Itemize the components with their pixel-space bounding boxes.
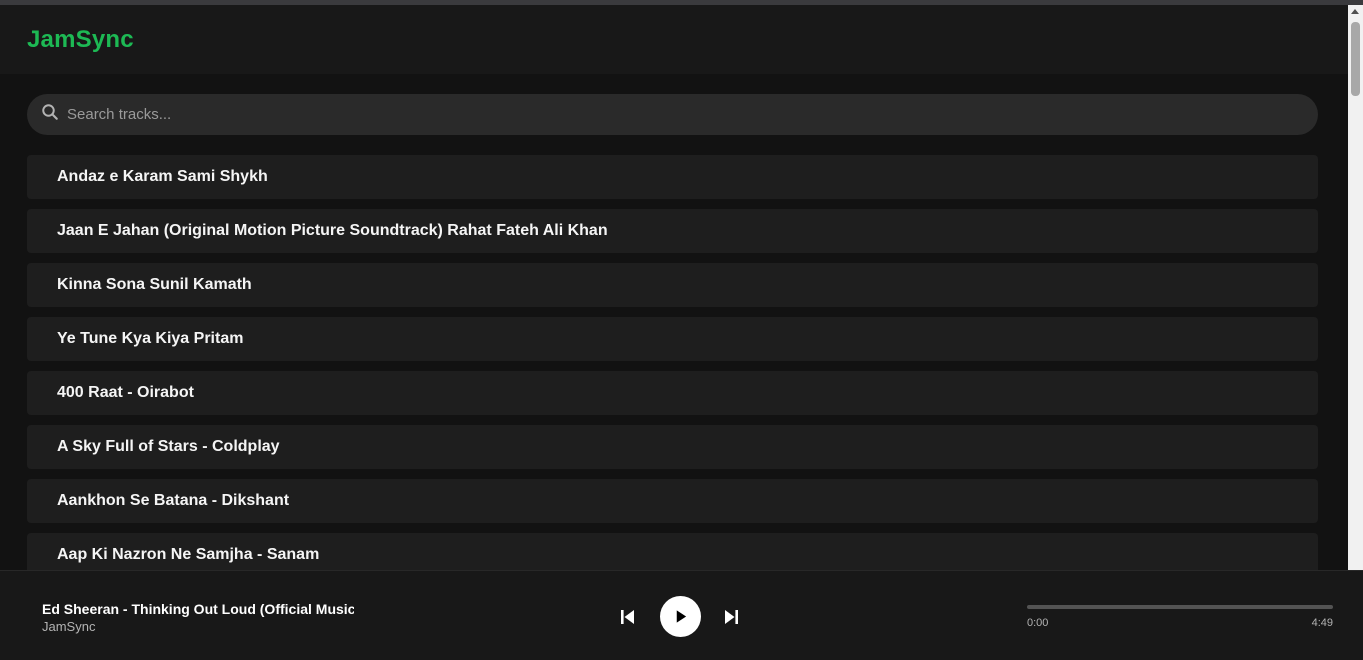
search-bar[interactable] (27, 94, 1318, 135)
now-playing-title: Ed Sheeran - Thinking Out Loud (Official… (42, 601, 354, 617)
progress-bar[interactable] (1027, 605, 1333, 609)
playback-controls (616, 596, 746, 637)
skip-forward-icon (725, 610, 738, 624)
now-playing: Ed Sheeran - Thinking Out Loud (Official… (42, 601, 354, 634)
search-input[interactable] (67, 106, 1267, 123)
track-item[interactable]: 400 Raat - Oirabot (27, 371, 1318, 415)
main-content: Andaz e Karam Sami Shykh Jaan E Jahan (O… (0, 74, 1348, 570)
total-duration: 4:49 (1311, 617, 1333, 629)
elapsed-time: 0:00 (1027, 617, 1049, 629)
track-item[interactable]: Andaz e Karam Sami Shykh (27, 155, 1318, 199)
scroll-up-arrow-icon[interactable] (1351, 9, 1359, 14)
track-item[interactable]: Ye Tune Kya Kiya Pritam (27, 317, 1318, 361)
app-header: JamSync (0, 5, 1348, 74)
track-label: Andaz e Karam Sami Shykh (57, 168, 268, 185)
scrollbar-thumb[interactable] (1351, 22, 1360, 96)
now-playing-artist: JamSync (42, 619, 96, 634)
track-item[interactable]: Kinna Sona Sunil Kamath (27, 263, 1318, 307)
track-label: Ye Tune Kya Kiya Pritam (57, 330, 244, 347)
track-list: Andaz e Karam Sami Shykh Jaan E Jahan (O… (27, 155, 1318, 570)
player-bar: Ed Sheeran - Thinking Out Loud (Official… (0, 570, 1363, 660)
track-item[interactable]: A Sky Full of Stars - Coldplay (27, 425, 1318, 469)
next-button[interactable] (722, 608, 740, 626)
skip-back-icon (621, 610, 634, 624)
track-item[interactable]: Aap Ki Nazron Ne Samjha - Sanam (27, 533, 1318, 570)
app-logo[interactable]: JamSync (27, 26, 134, 54)
track-label: Kinna Sona Sunil Kamath (57, 276, 252, 293)
track-item[interactable]: Jaan E Jahan (Original Motion Picture So… (27, 209, 1318, 253)
track-item[interactable]: Aankhon Se Batana - Dikshant (27, 479, 1318, 523)
track-label: Aap Ki Nazron Ne Samjha - Sanam (57, 546, 320, 563)
search-icon (41, 103, 59, 126)
track-label: 400 Raat - Oirabot (57, 384, 194, 401)
track-label: Aankhon Se Batana - Dikshant (57, 492, 290, 509)
page-scrollbar[interactable] (1348, 5, 1363, 570)
track-label: Jaan E Jahan (Original Motion Picture So… (57, 222, 608, 239)
play-icon (676, 610, 687, 623)
progress-section: 0:00 4:49 (1027, 605, 1333, 629)
previous-button[interactable] (619, 608, 637, 626)
track-label: A Sky Full of Stars - Coldplay (57, 438, 280, 455)
play-button[interactable] (660, 596, 701, 637)
